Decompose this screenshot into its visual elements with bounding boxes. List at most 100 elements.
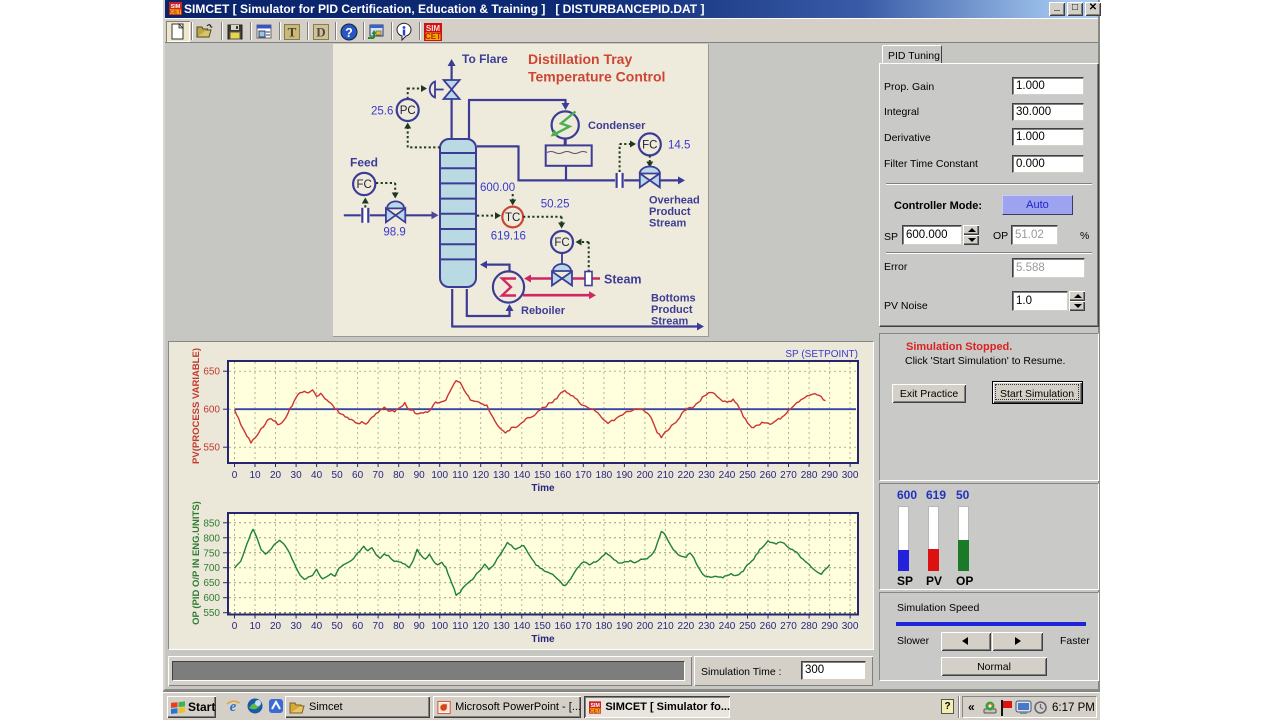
svg-text:200: 200 (637, 470, 654, 481)
svg-text:FC: FC (357, 179, 372, 191)
svg-text:Time: Time (531, 483, 555, 494)
svg-text:180: 180 (596, 621, 613, 632)
svg-text:0: 0 (232, 621, 238, 632)
svg-text:619.16: 619.16 (491, 231, 526, 243)
svg-text:D: D (316, 24, 325, 39)
svg-text:30: 30 (291, 621, 303, 632)
svg-text:250: 250 (739, 470, 756, 481)
svg-text:100: 100 (431, 470, 448, 481)
svg-text:Feed: Feed (350, 156, 378, 170)
svg-text:PC: PC (400, 105, 416, 117)
svg-text:190: 190 (616, 470, 633, 481)
svg-text:600.00: 600.00 (480, 182, 515, 194)
svg-text:98.9: 98.9 (383, 226, 405, 238)
svg-text:200: 200 (637, 621, 654, 632)
svg-text:550: 550 (203, 608, 220, 619)
svg-text:240: 240 (719, 621, 736, 632)
svg-text:120: 120 (472, 470, 489, 481)
svg-text:240: 240 (719, 470, 736, 481)
svg-text:50: 50 (332, 470, 344, 481)
svg-text:90: 90 (414, 470, 426, 481)
svg-text:Condenser: Condenser (588, 120, 646, 132)
svg-text:50.25: 50.25 (541, 199, 570, 211)
svg-text:750: 750 (203, 548, 220, 559)
svg-text:130: 130 (493, 470, 510, 481)
svg-text:Product: Product (651, 304, 693, 316)
svg-text:280: 280 (801, 621, 818, 632)
svg-text:110: 110 (452, 470, 468, 481)
svg-text:FC: FC (554, 237, 569, 249)
svg-text:600: 600 (203, 593, 220, 604)
svg-text:60: 60 (352, 621, 364, 632)
svg-text:Stream: Stream (649, 218, 687, 230)
svg-text:CET: CET (425, 32, 441, 41)
svg-text:10: 10 (249, 621, 261, 632)
svg-text:180: 180 (596, 470, 613, 481)
svg-text:PV(PROCESS VARIABLE): PV(PROCESS VARIABLE) (191, 348, 202, 464)
svg-text:300: 300 (842, 621, 859, 632)
svg-text:Bottoms: Bottoms (651, 293, 696, 305)
svg-text:170: 170 (575, 621, 592, 632)
svg-text:600: 600 (203, 405, 220, 416)
svg-text:70: 70 (373, 621, 385, 632)
svg-text:190: 190 (616, 621, 633, 632)
svg-text:20: 20 (270, 621, 282, 632)
svg-text:Temperature Control: Temperature Control (528, 69, 665, 85)
svg-text:700: 700 (203, 563, 220, 574)
svg-text:260: 260 (760, 470, 777, 481)
svg-text:Stream: Stream (651, 316, 689, 328)
svg-text:SP (SETPOINT): SP (SETPOINT) (785, 349, 858, 360)
svg-text:30: 30 (291, 470, 303, 481)
svg-text:CET: CET (590, 708, 601, 714)
svg-text:CET: CET (170, 10, 182, 15)
svg-text:250: 250 (739, 621, 756, 632)
svg-text:110: 110 (452, 621, 468, 632)
svg-text:260: 260 (760, 621, 777, 632)
svg-text:14.5: 14.5 (668, 140, 690, 152)
svg-text:OP (PID O/P IN ENG.UNITS): OP (PID O/P IN ENG.UNITS) (191, 501, 202, 625)
svg-text:FC: FC (642, 140, 657, 152)
svg-text:290: 290 (821, 621, 838, 632)
svg-text:230: 230 (698, 470, 715, 481)
svg-text:850: 850 (203, 518, 220, 529)
svg-text:80: 80 (393, 470, 405, 481)
svg-text:210: 210 (657, 470, 674, 481)
svg-text:25.6: 25.6 (371, 106, 393, 118)
svg-text:100: 100 (431, 621, 448, 632)
svg-text:40: 40 (311, 621, 323, 632)
svg-text:Reboiler: Reboiler (521, 305, 566, 317)
svg-text:220: 220 (678, 470, 695, 481)
svg-text:280: 280 (801, 470, 818, 481)
svg-text:Product: Product (649, 206, 691, 218)
svg-text:10: 10 (249, 470, 261, 481)
svg-text:T: T (288, 24, 297, 39)
svg-text:220: 220 (678, 621, 695, 632)
svg-text:160: 160 (554, 470, 571, 481)
svg-text:To Flare: To Flare (462, 52, 508, 66)
svg-text:50: 50 (332, 621, 344, 632)
svg-text:Time: Time (531, 634, 555, 645)
svg-text:270: 270 (780, 621, 797, 632)
svg-text:70: 70 (373, 470, 385, 481)
svg-text:TC: TC (505, 212, 520, 224)
svg-text:80: 80 (393, 621, 405, 632)
svg-text:140: 140 (513, 470, 530, 481)
svg-text:130: 130 (493, 621, 510, 632)
svg-text:150: 150 (534, 621, 551, 632)
svg-text:150: 150 (534, 470, 551, 481)
svg-text:300: 300 (842, 470, 859, 481)
svg-text:Distillation Tray: Distillation Tray (528, 51, 632, 67)
svg-text:650: 650 (203, 578, 220, 589)
svg-text:90: 90 (414, 621, 426, 632)
svg-text:170: 170 (575, 470, 592, 481)
svg-text:650: 650 (203, 367, 220, 378)
svg-text:?: ? (345, 26, 353, 40)
svg-text:20: 20 (270, 470, 282, 481)
svg-text:210: 210 (657, 621, 674, 632)
svg-text:120: 120 (472, 621, 489, 632)
svg-text:290: 290 (821, 470, 838, 481)
svg-text:Steam: Steam (604, 273, 642, 287)
svg-text:270: 270 (780, 470, 797, 481)
svg-text:160: 160 (554, 621, 571, 632)
svg-text:550: 550 (203, 443, 220, 454)
